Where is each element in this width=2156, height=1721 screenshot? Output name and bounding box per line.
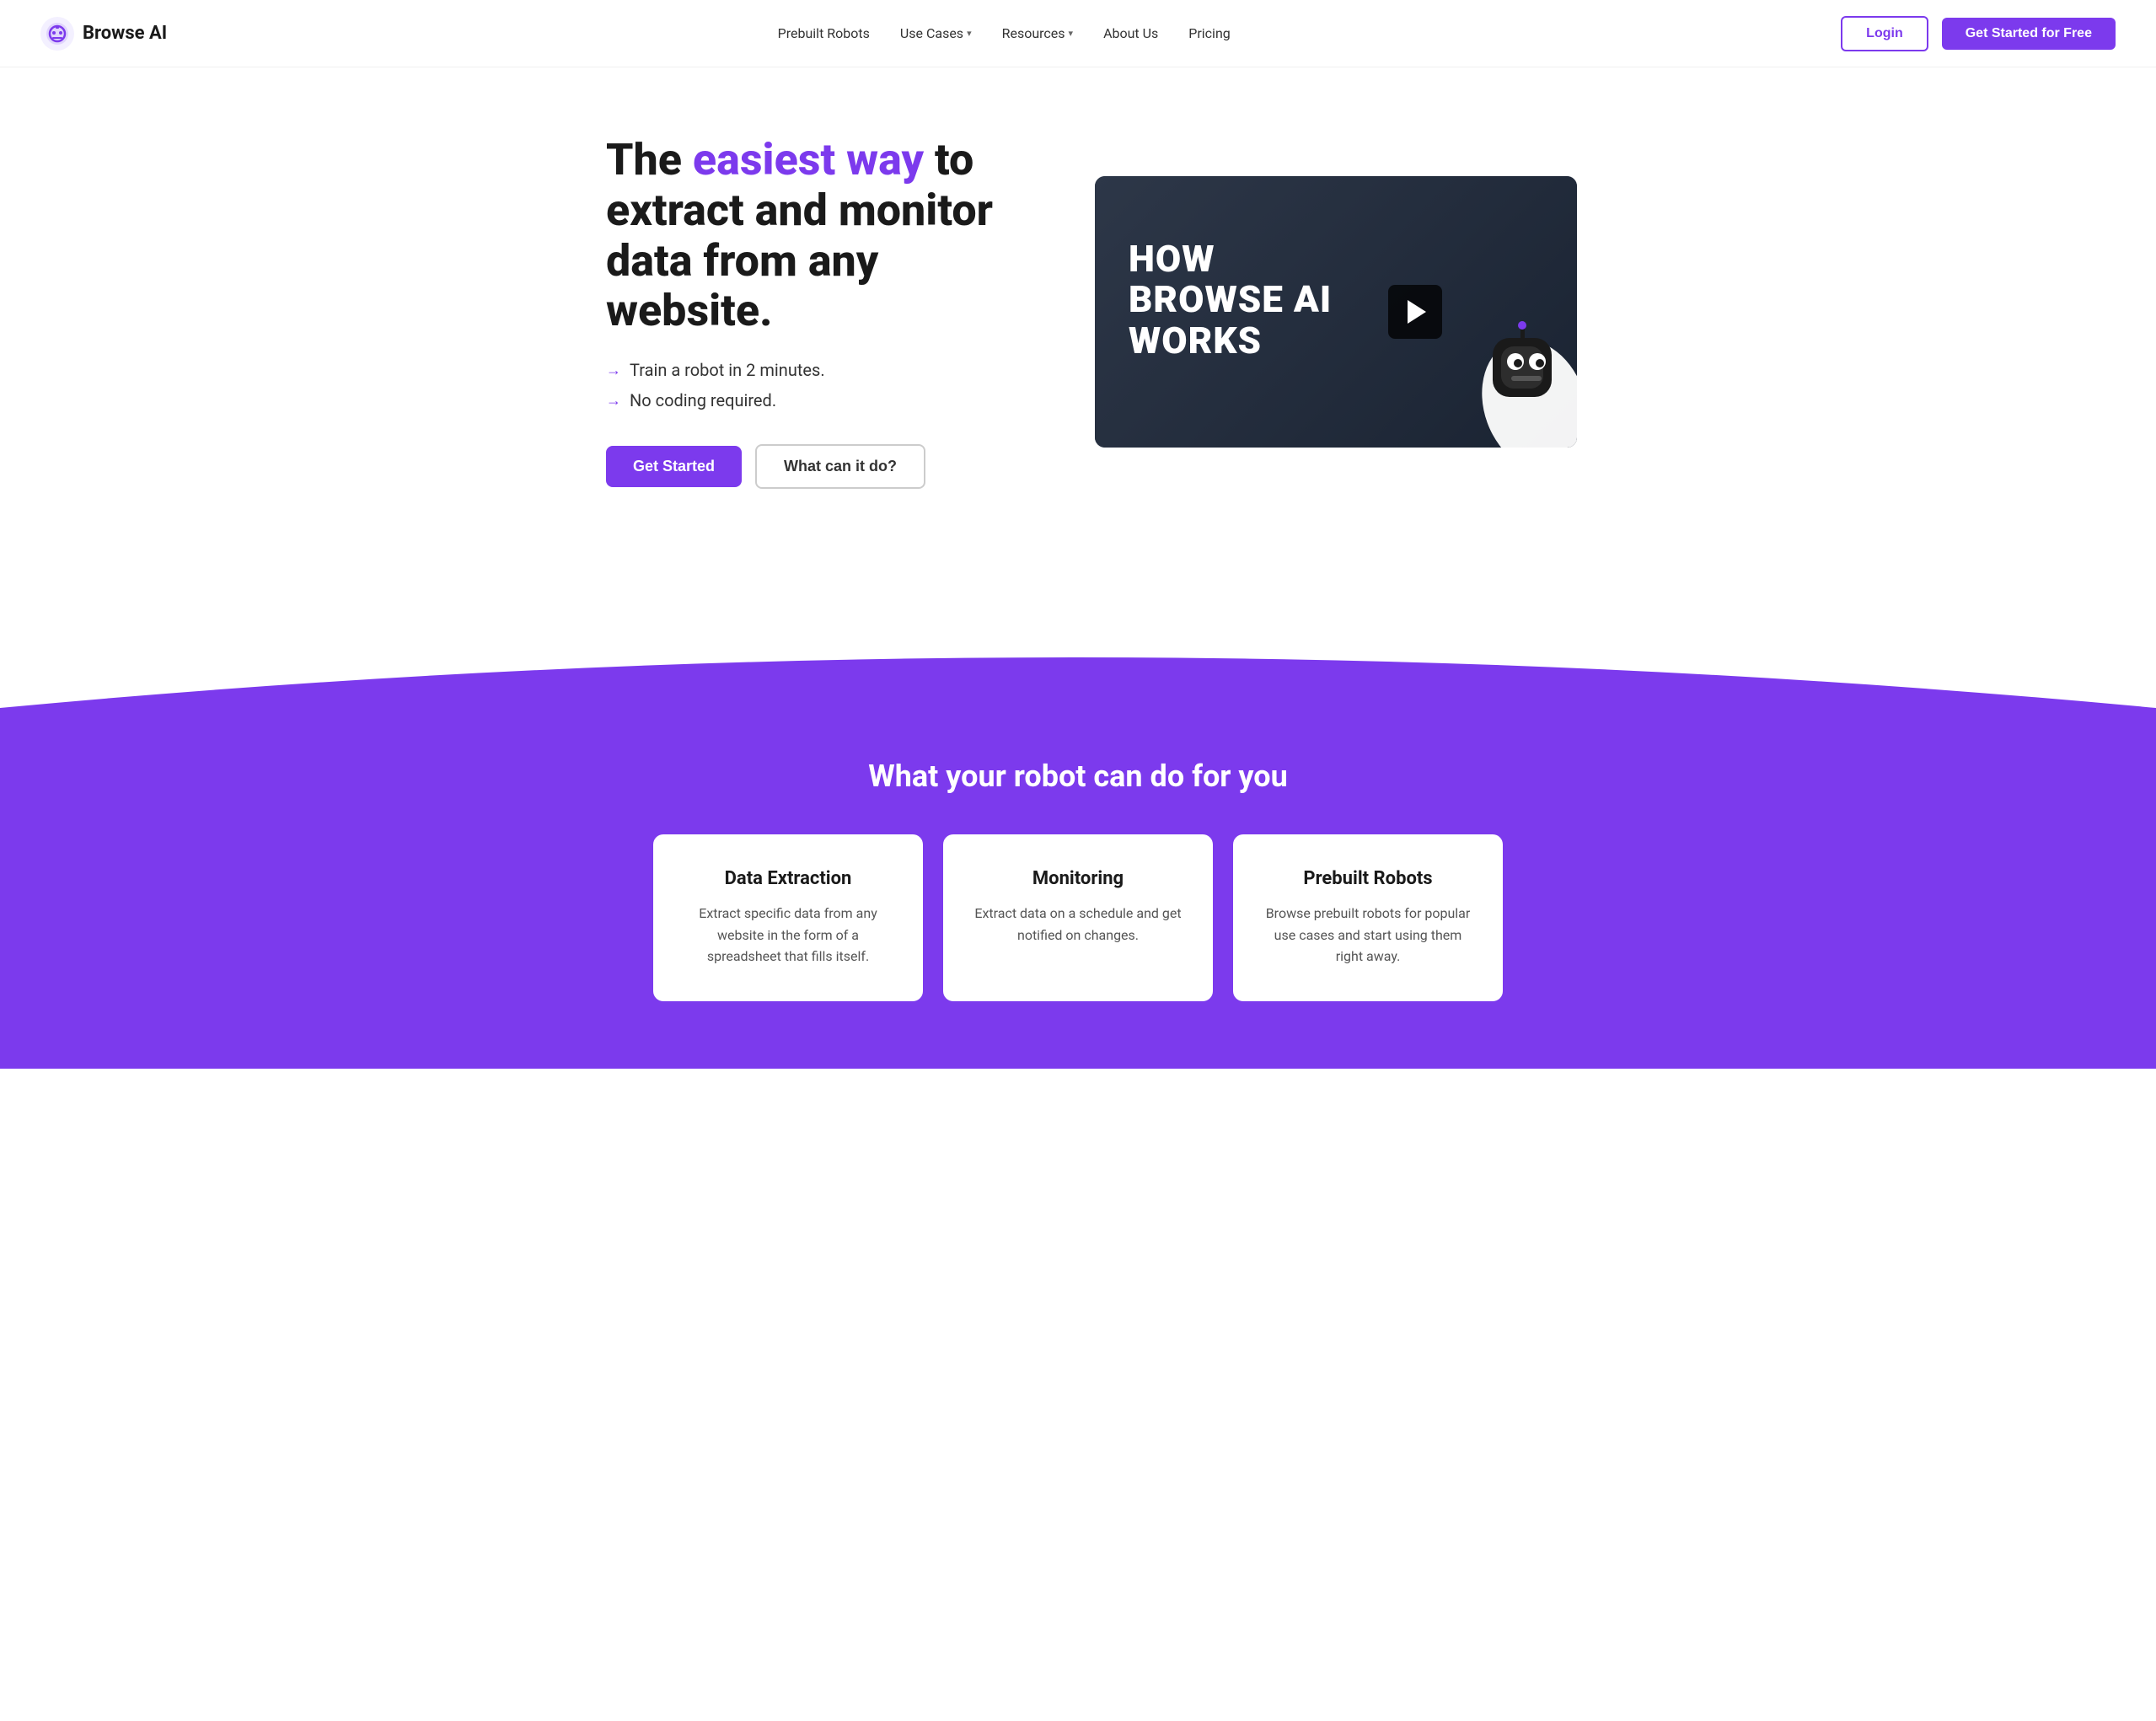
- hero-bullet-2: → No coding required.: [606, 390, 1044, 410]
- navbar: Browse AI Prebuilt Robots Use Cases ▾ Re…: [0, 0, 2156, 67]
- feature-card-monitoring: Monitoring Extract data on a schedule an…: [943, 834, 1213, 1001]
- chevron-down-icon: ▾: [1069, 28, 1074, 39]
- features-background: What your robot can do for you Data Extr…: [0, 708, 2156, 1069]
- arrow-right-icon: →: [606, 362, 621, 379]
- brand-name: Browse AI: [83, 23, 167, 44]
- nav-item-about-us[interactable]: About Us: [1103, 25, 1158, 41]
- features-title: What your robot can do for you: [40, 759, 2116, 794]
- nav-item-resources[interactable]: Resources ▾: [1002, 25, 1073, 41]
- feature-card-description: Extract specific data from any website i…: [680, 903, 896, 968]
- hero-buttons: Get Started What can it do?: [606, 444, 1044, 489]
- hero-video: HOW BROWSE AI WORKS: [1095, 176, 1577, 448]
- nav-item-pricing[interactable]: Pricing: [1188, 25, 1231, 41]
- get-started-free-button[interactable]: Get Started for Free: [1942, 18, 2116, 50]
- hero-section: The easiest way to extract and monitor d…: [539, 67, 1617, 573]
- hero-bullets: → Train a robot in 2 minutes. → No codin…: [606, 360, 1044, 410]
- curve-divider: [0, 607, 2156, 708]
- feature-card-prebuilt-robots: Prebuilt Robots Browse prebuilt robots f…: [1233, 834, 1503, 1001]
- logo-link[interactable]: Browse AI: [40, 17, 167, 51]
- logo-icon: [40, 17, 74, 51]
- login-button[interactable]: Login: [1841, 16, 1928, 51]
- hero-title: The easiest way to extract and monitor d…: [606, 135, 1044, 336]
- robot-mascot-icon: [1434, 271, 1577, 448]
- video-title-text: HOW BROWSE AI WORKS: [1129, 239, 1332, 361]
- what-can-it-do-button[interactable]: What can it do?: [755, 444, 925, 489]
- play-triangle-icon: [1408, 300, 1426, 324]
- feature-card-data-extraction: Data Extraction Extract specific data fr…: [653, 834, 923, 1001]
- nav-links: Prebuilt Robots Use Cases ▾ Resources ▾ …: [778, 25, 1231, 41]
- get-started-button[interactable]: Get Started: [606, 446, 742, 487]
- features-section: What your robot can do for you Data Extr…: [0, 607, 2156, 1069]
- navbar-actions: Login Get Started for Free: [1841, 16, 2116, 51]
- feature-card-title: Monitoring: [970, 868, 1186, 889]
- feature-card-description: Extract data on a schedule and get notif…: [970, 903, 1186, 946]
- arrow-right-icon: →: [606, 392, 621, 410]
- features-cards: Data Extraction Extract specific data fr…: [614, 834, 1542, 1001]
- nav-item-use-cases[interactable]: Use Cases ▾: [900, 25, 972, 41]
- feature-card-title: Data Extraction: [680, 868, 896, 889]
- video-thumbnail[interactable]: HOW BROWSE AI WORKS: [1095, 176, 1577, 448]
- hero-content: The easiest way to extract and monitor d…: [606, 135, 1044, 489]
- feature-card-description: Browse prebuilt robots for popular use c…: [1260, 903, 1476, 968]
- chevron-down-icon: ▾: [967, 28, 972, 39]
- hero-bullet-1: → Train a robot in 2 minutes.: [606, 360, 1044, 380]
- nav-item-prebuilt-robots[interactable]: Prebuilt Robots: [778, 25, 870, 41]
- feature-card-title: Prebuilt Robots: [1260, 868, 1476, 889]
